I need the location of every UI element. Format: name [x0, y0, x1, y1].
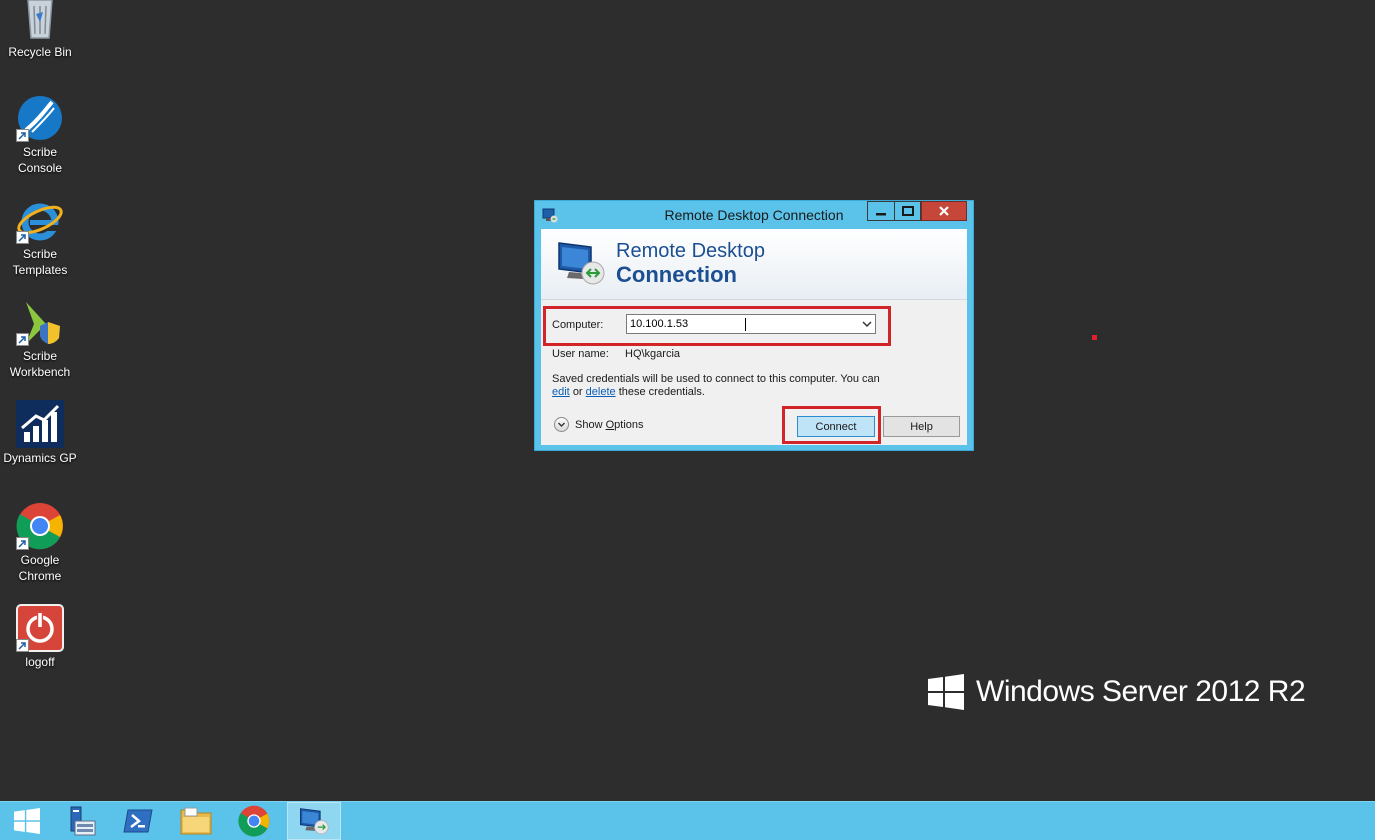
desktop-icon-label: Recycle Bin [8, 45, 72, 59]
chrome-icon [16, 502, 64, 550]
desktop-icon-scribe-templates[interactable]: Scribe Templates [0, 196, 80, 278]
maximize-button[interactable] [894, 201, 921, 221]
shortcut-arrow-icon [16, 537, 29, 550]
scribe-console-icon [16, 94, 64, 142]
show-options-label: Show Options [575, 419, 644, 431]
desktop-icon-dynamics-gp[interactable]: Dynamics GP [0, 400, 80, 466]
banner-title-line1: Remote Desktop [616, 240, 765, 262]
os-branding: Windows Server 2012 R2 [928, 674, 1306, 710]
taskbar-server-manager[interactable] [55, 802, 105, 840]
credentials-note-text-end: these credentials. [618, 386, 705, 398]
chrome-icon [238, 805, 270, 837]
desktop-icon-label: Scribe [22, 145, 57, 159]
dialog-banner: Remote Desktop Connection [541, 229, 967, 300]
shortcut-arrow-icon [16, 129, 29, 142]
credentials-note-or: or [572, 386, 583, 398]
chevron-down-icon[interactable] [861, 318, 873, 330]
dynamics-gp-icon [16, 400, 64, 448]
desktop-icon-label: Workbench [9, 365, 71, 379]
desktop-icon-label: Templates [12, 263, 68, 277]
file-explorer-icon [180, 807, 212, 835]
dialog-client-area: Remote Desktop Connection Computer: 10.1… [541, 229, 967, 445]
logoff-icon [16, 604, 64, 652]
show-options-accesskey: O [605, 418, 615, 431]
desktop-icon-label: Console [17, 161, 63, 175]
desktop-icon-label: Chrome [18, 569, 62, 583]
credentials-note: Saved credentials will be used to connec… [552, 373, 882, 399]
help-button[interactable]: Help [883, 416, 960, 437]
close-icon [939, 206, 949, 216]
username-value: HQ\kgarcia [625, 348, 681, 360]
show-options-toggle[interactable]: Show Options [554, 417, 644, 432]
taskbar-remote-desktop[interactable] [287, 802, 341, 840]
dialog-titlebar[interactable]: Remote Desktop Connection [535, 201, 973, 229]
taskbar-chrome[interactable] [229, 802, 279, 840]
start-button[interactable] [2, 802, 52, 840]
taskbar-file-explorer[interactable] [171, 802, 221, 840]
shortcut-arrow-icon [16, 231, 29, 244]
banner-title-line2: Connection [616, 262, 737, 287]
desktop-icon-scribe-console[interactable]: Scribe Console [0, 94, 80, 176]
windows-logo-icon [928, 674, 964, 710]
recycle-bin-icon [16, 0, 64, 42]
remote-desktop-dialog: Remote Desktop Connection Remote Desktop… [534, 200, 974, 451]
computer-combobox[interactable]: 10.100.1.53 [626, 314, 876, 334]
connect-button[interactable]: Connect [797, 416, 875, 437]
close-button[interactable] [921, 201, 967, 221]
show-options-text-end: ptions [614, 418, 644, 431]
desktop-icon-scribe-workbench[interactable]: Scribe Workbench [0, 298, 80, 380]
desktop-icon-label: Scribe [22, 349, 57, 363]
powershell-icon [123, 809, 153, 833]
computer-input[interactable]: 10.100.1.53 [630, 318, 688, 330]
remote-desktop-monitor-icon [555, 239, 607, 287]
desktop-icon-recycle-bin[interactable]: Recycle Bin [0, 0, 80, 60]
desktop-icon-label: logoff [25, 655, 55, 669]
start-icon [14, 808, 40, 834]
internet-explorer-icon [16, 196, 64, 244]
remote-desktop-icon [300, 808, 329, 835]
text-caret [745, 318, 746, 331]
desktop-icon-label: Google [20, 553, 60, 567]
computer-label: Computer: [552, 319, 604, 331]
username-label: User name: [552, 348, 609, 360]
shortcut-arrow-icon [16, 333, 29, 346]
shortcut-arrow-icon [16, 639, 29, 652]
desktop-icon-logoff[interactable]: logoff [0, 604, 80, 670]
credentials-note-text: Saved credentials will be used to connec… [552, 373, 880, 385]
show-options-text: Show [575, 418, 606, 431]
red-marker [1092, 335, 1097, 340]
server-manager-icon [70, 806, 96, 836]
expand-circle-icon [554, 417, 569, 432]
minimize-icon [876, 213, 886, 216]
delete-credentials-link[interactable]: delete [586, 386, 616, 398]
desktop-icon-label: Dynamics GP [3, 451, 77, 465]
taskbar-powershell[interactable] [113, 802, 163, 840]
desktop-icon-label: Scribe [22, 247, 57, 261]
minimize-button[interactable] [867, 201, 894, 221]
os-branding-text: Windows Server 2012 R2 [976, 675, 1306, 708]
desktop-icon-google-chrome[interactable]: Google Chrome [0, 502, 80, 584]
scribe-workbench-icon [16, 298, 64, 346]
taskbar [0, 801, 1375, 840]
edit-credentials-link[interactable]: edit [552, 386, 570, 398]
maximize-icon [901, 206, 914, 216]
